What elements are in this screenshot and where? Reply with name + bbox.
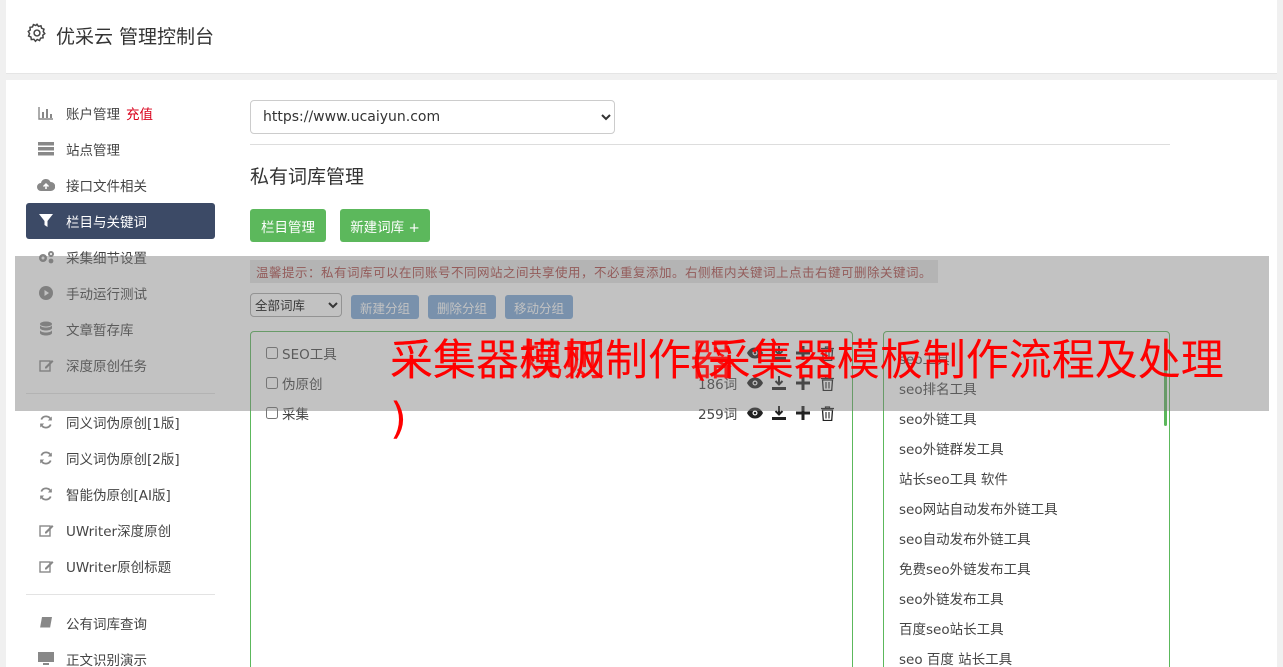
sidebar-item-label: 栏目与关键词 — [66, 215, 147, 231]
page-title: 私有词库管理 — [250, 166, 365, 188]
sidebar-item-columns-keywords[interactable]: 栏目与关键词 — [26, 203, 215, 239]
gear-icon — [26, 22, 48, 44]
recharge-link[interactable]: 充值 — [126, 103, 153, 123]
overlay-title: 采集器模板制作(采集器模板制作流程及处理 — [390, 336, 1224, 386]
list-item[interactable]: seo自动发布外链工具 — [899, 528, 1031, 548]
overlay-text-fragment: ) — [390, 394, 407, 444]
sidebar-item-label: UWriter深度原创 — [66, 524, 172, 540]
sidebar-item-label: 站点管理 — [66, 143, 120, 159]
sidebar-item-label: 账户管理 — [66, 107, 120, 123]
sidebar-item-label: UWriter原创标题 — [66, 560, 172, 576]
sidebar-item-account[interactable]: 账户管理 充值 — [26, 95, 215, 131]
new-library-button[interactable]: 新建词库 + — [340, 209, 430, 242]
refresh-icon — [36, 449, 56, 467]
list-item[interactable]: seo外链工具 — [899, 408, 977, 428]
app-header: 优采云 管理控制台 — [6, 0, 1277, 74]
bar-chart-icon — [36, 104, 56, 122]
list-item[interactable]: seo外链发布工具 — [899, 588, 1004, 608]
sidebar-item-ai-original[interactable]: 智能伪原创[AI版] — [26, 476, 215, 512]
list-item[interactable]: seo 百度 站长工具 — [899, 648, 1012, 667]
divider — [250, 144, 1170, 145]
book-icon — [36, 614, 56, 632]
sidebar-item-label: 智能伪原创[AI版] — [66, 488, 171, 504]
overlay-text-fragment: 采集 — [390, 336, 476, 386]
overlay-text-fragment: 规则 — [520, 336, 606, 386]
list-item[interactable]: seo外链群发工具 — [899, 438, 1004, 458]
sidebar-item-uwriter-deep[interactable]: UWriter深度原创 — [26, 512, 215, 548]
sidebar-item-label: 公有词库查询 — [66, 617, 147, 633]
cloud-upload-icon — [36, 176, 56, 194]
edit-icon — [36, 521, 56, 539]
sidebar-item-uwriter-title[interactable]: UWriter原创标题 — [26, 548, 215, 584]
list-item[interactable]: 站长seo工具 软件 — [899, 468, 1008, 488]
sidebar-item-synonym-v2[interactable]: 同义词伪原创[2版] — [26, 440, 215, 476]
app-title: 优采云 管理控制台 — [56, 26, 215, 48]
site-select[interactable]: https://www.ucaiyun.com — [250, 100, 615, 134]
sidebar-item-sites[interactable]: 站点管理 — [26, 131, 215, 167]
filter-icon — [36, 212, 56, 230]
list-item[interactable]: seo网站自动发布外链工具 — [899, 498, 1058, 518]
list-item[interactable]: 百度seo站长工具 — [899, 618, 1004, 638]
sidebar-item-interface-files[interactable]: 接口文件相关 — [26, 167, 215, 203]
sidebar-item-label: 接口文件相关 — [66, 179, 147, 195]
main-content: https://www.ucaiyun.com 私有词库管理 栏目管理 新建词库… — [250, 100, 1170, 667]
sidebar-item-label: 正文识别演示 — [66, 653, 147, 667]
sidebar-item-public-library[interactable]: 公有词库查询 — [26, 605, 215, 641]
list-item[interactable]: 免费seo外链发布工具 — [899, 558, 1031, 578]
edit-icon — [36, 557, 56, 575]
overlay-banner — [15, 256, 1269, 411]
sidebar-item-label: 同义词伪原创[2版] — [66, 452, 180, 468]
column-manage-button[interactable]: 栏目管理 — [250, 209, 326, 242]
monitor-icon — [36, 650, 56, 667]
sidebar-divider — [26, 594, 215, 595]
refresh-icon — [36, 485, 56, 503]
refresh-icon — [36, 413, 56, 431]
server-icon — [36, 140, 56, 158]
sidebar-item-text-recognition[interactable]: 正文识别演示 — [26, 641, 215, 667]
overlay-text-fragment: 器 — [690, 336, 733, 386]
sidebar-item-label: 同义词伪原创[1版] — [66, 416, 180, 432]
